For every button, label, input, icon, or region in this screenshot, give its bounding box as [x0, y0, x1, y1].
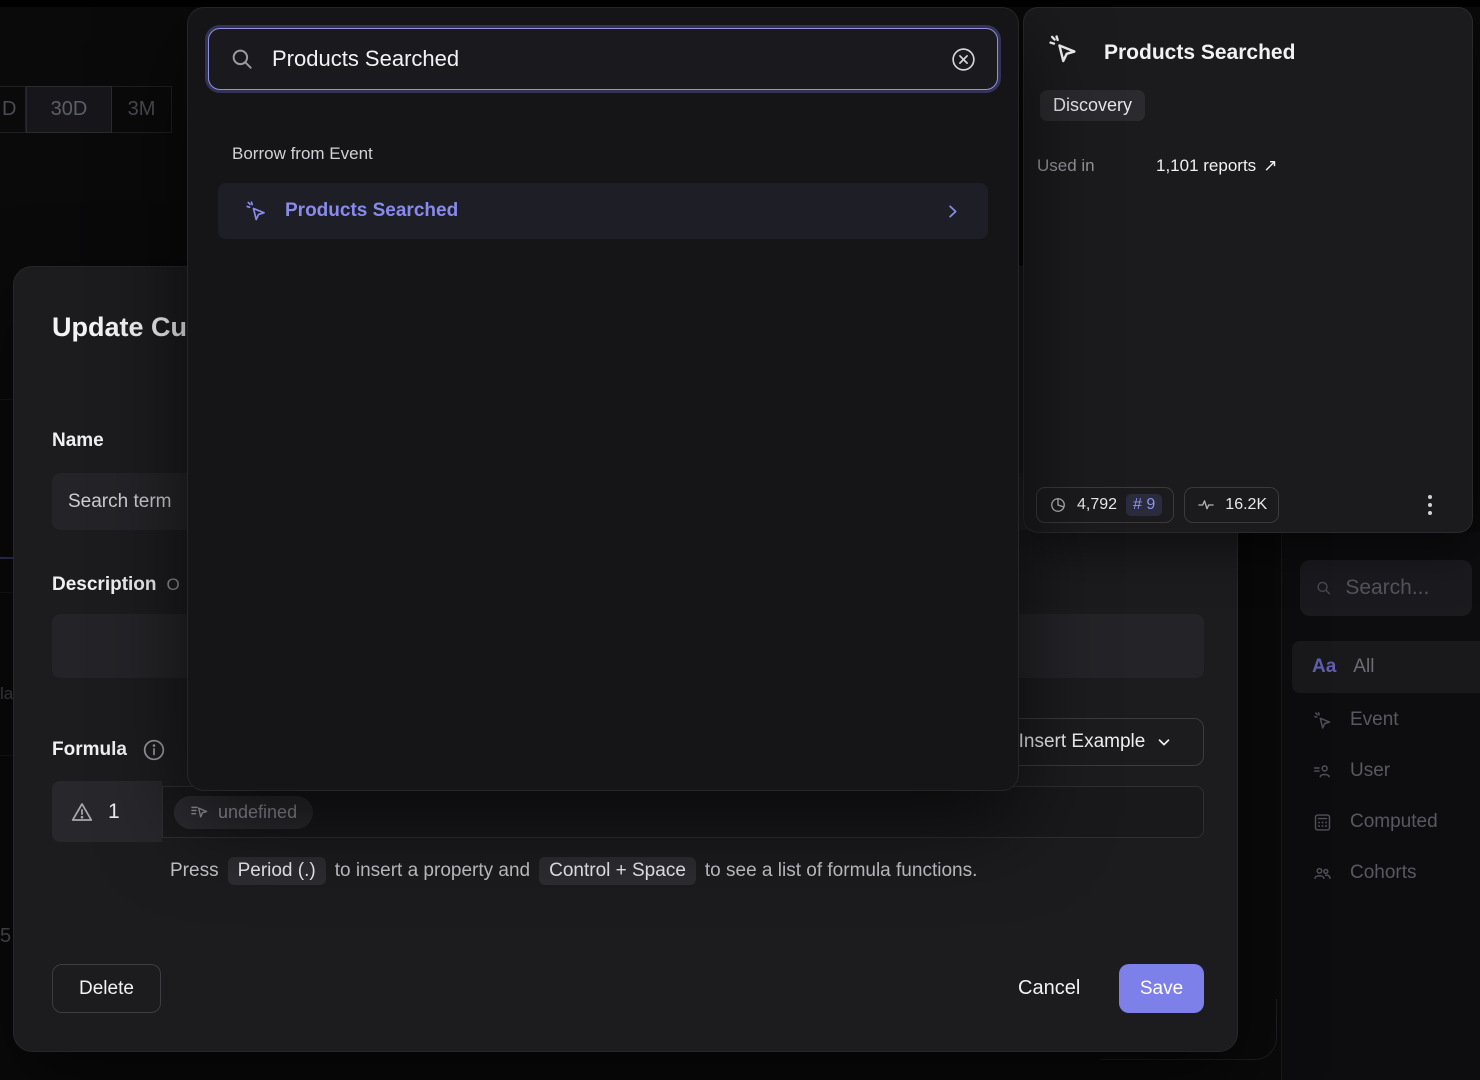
- sidebar-item-event[interactable]: Event: [1292, 694, 1480, 746]
- description-label: Description: [52, 574, 157, 596]
- time-range-button-30d[interactable]: 30D: [26, 86, 112, 133]
- sidebar-item-all[interactable]: Aa All: [1292, 641, 1480, 693]
- used-in-reports-link[interactable]: 1,101 reports ↗: [1156, 156, 1277, 176]
- sidebar-item-label: Computed: [1350, 811, 1438, 833]
- text-format-icon: Aa: [1312, 656, 1336, 678]
- time-range-button-partial[interactable]: D: [0, 86, 26, 133]
- search-input[interactable]: [272, 46, 933, 72]
- used-in-count: 1,101 reports: [1156, 156, 1256, 176]
- search-box[interactable]: [208, 28, 998, 90]
- event-details-panel: Products Searched Discovery Used in 1,10…: [1024, 8, 1472, 532]
- search-icon: [1315, 577, 1332, 599]
- search-result-event[interactable]: Products Searched: [218, 183, 988, 239]
- event-count-pill[interactable]: 4,792 # 9: [1036, 487, 1174, 523]
- cohorts-icon: [1312, 863, 1333, 884]
- formula-label: Formula: [52, 739, 127, 761]
- kbd-control-space: Control + Space: [539, 857, 696, 885]
- description-label-row: Description O: [52, 574, 180, 596]
- axis-label-partial: 5: [0, 925, 11, 948]
- search-result-label: Products Searched: [285, 200, 458, 222]
- computed-icon: [1312, 812, 1333, 833]
- user-icon: [1312, 761, 1333, 782]
- save-button[interactable]: Save: [1119, 964, 1204, 1013]
- section-label: Borrow from Event: [232, 144, 373, 164]
- kbd-period: Period (.): [228, 857, 326, 885]
- search-icon: [229, 46, 255, 72]
- sidebar-item-cohorts[interactable]: Cohorts: [1292, 847, 1480, 899]
- cancel-button[interactable]: Cancel: [1004, 964, 1094, 1013]
- sidebar-search-input[interactable]: [1345, 576, 1457, 600]
- description-optional-partial: O: [167, 575, 180, 595]
- formula-property-chip[interactable]: undefined: [174, 796, 313, 829]
- sidebar-search-box[interactable]: [1300, 560, 1472, 616]
- pie-chart-icon: [1048, 495, 1068, 515]
- event-cursor-icon: [1046, 32, 1080, 66]
- delete-button[interactable]: Delete: [52, 964, 161, 1013]
- hint-text: Press: [170, 860, 219, 882]
- event-rank-badge: # 9: [1126, 494, 1162, 516]
- property-cursor-icon: [190, 803, 209, 822]
- insert-example-label: Insert Example: [1019, 731, 1146, 753]
- formula-hint: Press Period (.) to insert a property an…: [170, 857, 977, 885]
- warning-icon: [69, 799, 95, 825]
- overflow-menu-button[interactable]: [1422, 489, 1438, 521]
- sidebar-item-label: Cohorts: [1350, 862, 1417, 884]
- property-search-dropdown: Borrow from Event Products Searched: [188, 8, 1018, 790]
- event-title: Products Searched: [1104, 41, 1295, 65]
- time-range-segmented-control: D 30D 3M: [0, 86, 172, 133]
- modal-title: Update Cu: [52, 312, 187, 343]
- event-stats-row: 4,792 # 9 16.2K: [1036, 487, 1460, 523]
- error-count: 1: [108, 800, 120, 824]
- formula-label-row: Formula: [52, 737, 167, 763]
- event-count: 4,792: [1077, 496, 1117, 514]
- activity-icon: [1196, 495, 1216, 515]
- category-badge: Discovery: [1040, 90, 1145, 121]
- chevron-down-icon: [1155, 733, 1173, 751]
- sidebar-item-computed[interactable]: Computed: [1292, 796, 1480, 848]
- time-range-button-3m[interactable]: 3M: [112, 86, 172, 133]
- event-volume: 16.2K: [1225, 496, 1267, 514]
- event-volume-pill[interactable]: 16.2K: [1184, 487, 1279, 523]
- formula-chip-label: undefined: [218, 802, 297, 823]
- info-icon[interactable]: [141, 737, 167, 763]
- external-link-icon: ↗: [1263, 156, 1277, 176]
- name-label: Name: [52, 430, 104, 452]
- used-in-label: Used in: [1037, 156, 1095, 176]
- event-cursor-icon: [244, 199, 268, 223]
- formula-input[interactable]: undefined: [162, 786, 1204, 838]
- axis-label-partial: la: [0, 684, 13, 704]
- hint-text: to see a list of formula functions.: [705, 860, 977, 882]
- sidebar-item-label: All: [1353, 656, 1374, 678]
- top-strip: [0, 0, 1480, 7]
- sidebar-item-label: User: [1350, 760, 1390, 782]
- chevron-right-icon: [943, 202, 962, 221]
- insert-example-button[interactable]: Insert Example: [988, 718, 1204, 766]
- sidebar-item-label: Event: [1350, 709, 1399, 731]
- formula-error-indicator: 1: [52, 781, 162, 842]
- clear-icon: [950, 46, 977, 73]
- clear-search-button[interactable]: [950, 46, 977, 73]
- hint-text: to insert a property and: [335, 860, 530, 882]
- sidebar-item-user[interactable]: User: [1292, 745, 1480, 797]
- event-cursor-icon: [1312, 710, 1333, 731]
